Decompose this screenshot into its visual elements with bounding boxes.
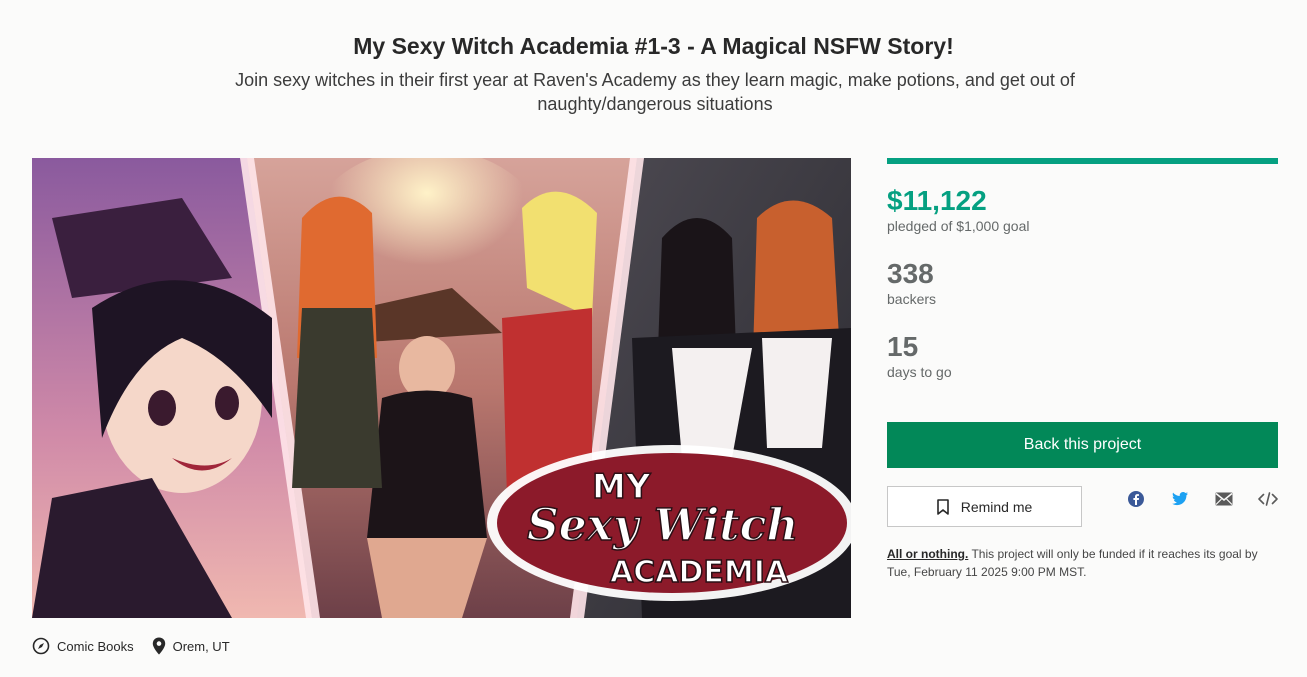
embed-icon (1258, 492, 1278, 506)
project-blurb: Join sexy witches in their first year at… (235, 70, 1075, 114)
funding-progress-bar (887, 158, 1278, 164)
location-link[interactable]: Orem, UT (152, 637, 230, 655)
funding-stats: $11,122 pledged of $1,000 goal 338 backe… (887, 158, 1278, 380)
share-facebook[interactable] (1126, 489, 1146, 509)
back-project-button[interactable]: Back this project (887, 422, 1278, 468)
logo-line2: Sexy Witch (527, 500, 798, 551)
days-count: 15 (887, 331, 919, 362)
project-hero-image[interactable]: MY Sexy Witch ACADEMIA (32, 158, 851, 618)
days-label: days to go (887, 364, 952, 380)
share-embed[interactable] (1258, 489, 1278, 509)
pledged-goal-label: pledged of $1,000 goal (887, 218, 1030, 234)
backers-label: backers (887, 291, 937, 307)
email-icon (1215, 492, 1233, 506)
project-page: My Sexy Witch Academia #1-3 - A Magical … (0, 0, 1307, 677)
share-email[interactable] (1214, 489, 1234, 509)
project-title: My Sexy Witch Academia #1-3 - A Magical … (353, 33, 954, 59)
project-meta: Comic Books Orem, UT (32, 636, 230, 656)
bookmark-icon (936, 498, 949, 515)
all-or-nothing-link[interactable]: All or nothing. (887, 547, 968, 561)
remind-me-label: Remind me (960, 498, 1033, 515)
pledged-block: $11,122 pledged of $1,000 goal (887, 185, 1278, 235)
backers-count: 338 (887, 258, 934, 289)
hero-illustration: MY Sexy Witch ACADEMIA (32, 158, 851, 618)
compass-icon (32, 637, 50, 655)
funding-progress-fill (887, 158, 1278, 164)
all-or-nothing-notice: All or nothing. This project will only b… (887, 545, 1278, 581)
category-link[interactable]: Comic Books (32, 637, 134, 655)
pledged-amount: $11,122 (887, 185, 987, 216)
location-label: Orem, UT (172, 638, 230, 654)
logo-line3: ACADEMIA (610, 555, 789, 590)
category-label: Comic Books (57, 638, 134, 654)
facebook-icon (1128, 491, 1144, 507)
share-twitter[interactable] (1170, 489, 1190, 509)
map-pin-icon (152, 637, 165, 655)
twitter-icon (1172, 492, 1188, 506)
remind-me-button[interactable]: Remind me (887, 486, 1082, 527)
days-block: 15 days to go (887, 331, 1278, 381)
backers-block: 338 backers (887, 258, 1278, 308)
